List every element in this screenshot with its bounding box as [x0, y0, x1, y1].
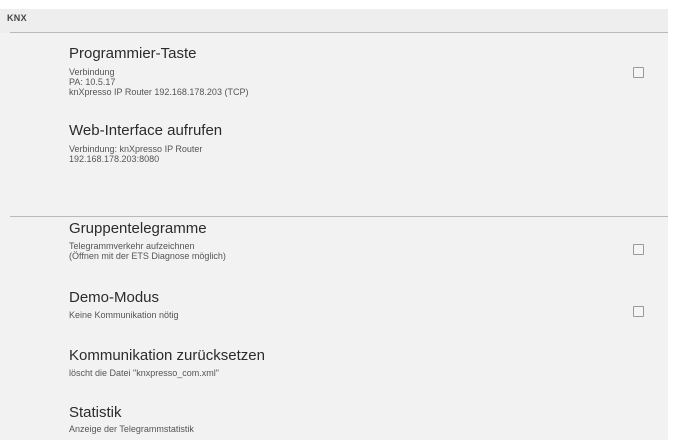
setting-programmier-taste[interactable]: Programmier-Taste Verbindung PA: 10.5.17…	[0, 33, 668, 121]
setting-subtitle-line: 192.168.178.203:8080	[69, 154, 160, 164]
section-title: KNX	[7, 13, 27, 23]
settings-panel: KNX Programmier-Taste Verbindung PA: 10.…	[0, 9, 668, 440]
setting-subtitle-line: Keine Kommunikation nötig	[69, 310, 179, 320]
setting-statistik[interactable]: Statistik Anzeige der Telegrammstatistik	[0, 402, 668, 440]
setting-kommunikation-zuruecksetzen[interactable]: Kommunikation zurücksetzen löscht die Da…	[0, 345, 668, 395]
demo-modus-checkbox[interactable]	[633, 306, 644, 317]
setting-subtitle-line: PA: 10.5.17	[69, 77, 116, 87]
setting-subtitle-line: Anzeige der Telegrammstatistik	[69, 424, 194, 434]
setting-subtitle-line: Verbindung: knXpresso IP Router	[69, 144, 203, 154]
setting-subtitle-line: knXpresso IP Router 192.168.178.203 (TCP…	[69, 87, 249, 97]
programmier-taste-checkbox[interactable]	[633, 67, 644, 78]
setting-subtitle-line: löscht die Datei "knxpresso_com.xml"	[69, 368, 219, 378]
scrollbar[interactable]	[668, 9, 674, 440]
section-header-knx: KNX	[0, 9, 668, 33]
setting-subtitle-line: Verbindung	[69, 67, 115, 77]
setting-title: Demo-Modus	[69, 289, 160, 306]
setting-title: Gruppentelegramme	[69, 220, 207, 237]
setting-demo-modus[interactable]: Demo-Modus Keine Kommunikation nötig	[0, 287, 668, 337]
setting-web-interface[interactable]: Web-Interface aufrufen Verbindung: knXpr…	[0, 121, 668, 216]
setting-title: Programmier-Taste	[69, 45, 197, 62]
status-bar	[0, 0, 674, 9]
gruppentelegramme-checkbox[interactable]	[633, 244, 644, 255]
setting-subtitle-line: Telegrammverkehr aufzeichnen	[69, 241, 195, 251]
setting-title: Web-Interface aufrufen	[69, 122, 223, 139]
setting-title: Statistik	[69, 404, 122, 421]
setting-title: Kommunikation zurücksetzen	[69, 347, 265, 364]
setting-subtitle-line: (Öffnen mit der ETS Diagnose möglich)	[69, 251, 226, 261]
setting-gruppentelegramme[interactable]: Gruppentelegramme Telegrammverkehr aufze…	[0, 217, 668, 291]
